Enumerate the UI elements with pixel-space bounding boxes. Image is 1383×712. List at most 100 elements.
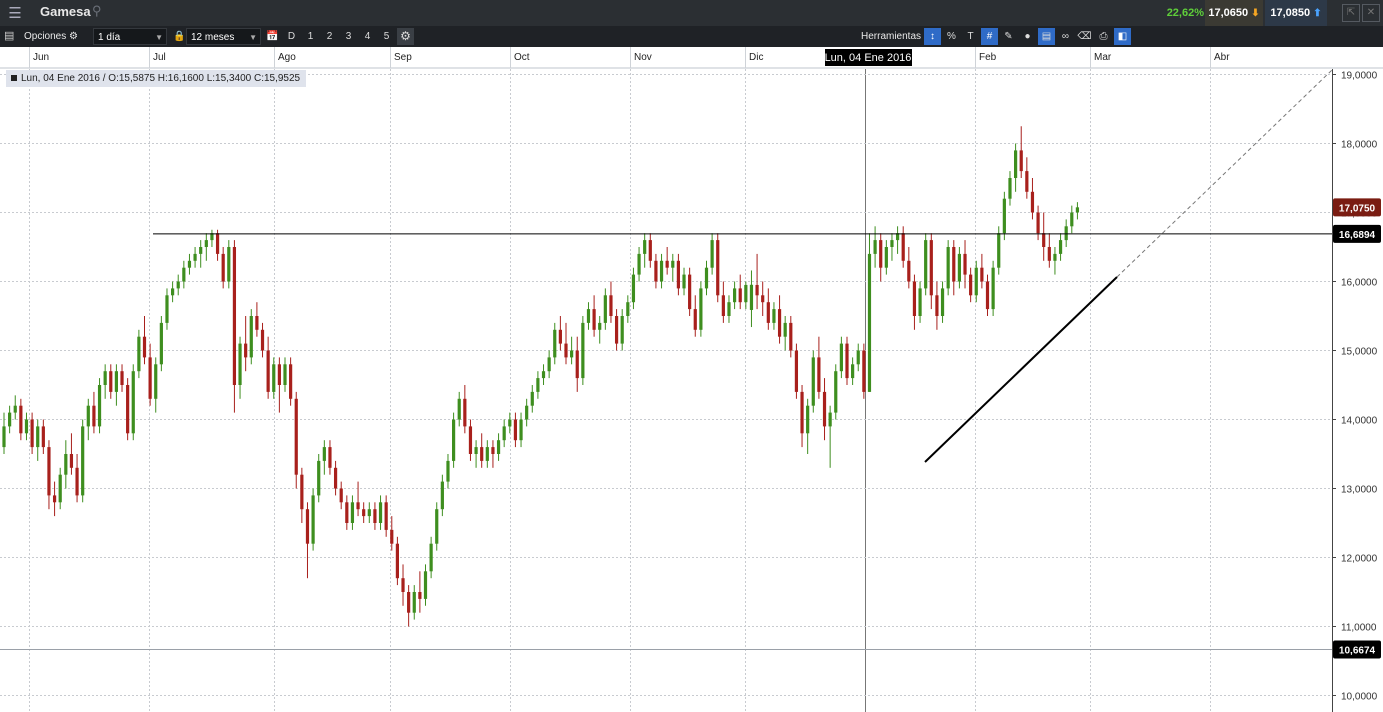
candle-body [491,447,495,454]
candle-body [744,284,748,303]
candle-body [452,419,456,461]
candle-body [733,288,737,303]
y-tick-label: 14,0000 [1341,416,1378,427]
candle-body [435,509,439,544]
candle-body [654,260,658,282]
popout-window-icon[interactable]: ⇱ [1342,4,1360,22]
candle-body [328,447,332,468]
candle-body [423,571,428,599]
candle-body [643,240,647,254]
period-button-2[interactable]: 2 [321,28,338,45]
candle-body [480,447,484,461]
candle-body [598,322,602,330]
candle-body [429,543,433,572]
candle-body [317,460,321,496]
period-button-D[interactable]: D [283,28,300,45]
lock-icon[interactable]: 🔒 [173,26,185,47]
text-tool-icon[interactable]: T [962,28,979,45]
calendar-icon[interactable]: 📅 [266,26,278,47]
candle-body [182,267,186,282]
candle-body [440,481,444,510]
close-window-icon[interactable]: ✕ [1362,4,1380,22]
candle-body [946,247,950,289]
search-icon[interactable]: ⚲ [92,3,102,19]
candle-body [676,260,680,289]
price-chart[interactable]: Jun Jul Ago Sep Oct Nov Dic Feb Mar Abr 19,0000 18… [0,47,1383,712]
candle-body [69,454,74,468]
candle-body [148,357,152,399]
candle-body [862,350,866,392]
candle-body [794,350,799,392]
x-tick-label: Nov [634,52,652,63]
period-button-3[interactable]: 3 [340,28,357,45]
candle-body [322,447,326,461]
compare-icon[interactable]: ▤ [1038,28,1055,45]
candle-body [215,233,220,254]
x-tick-label: Sep [394,52,412,63]
draw-line-icon[interactable]: ✎ [1000,28,1017,45]
candle-body [547,357,551,372]
candle-body [126,385,130,434]
candle-body [412,592,416,613]
y-tick-label: 18,0000 [1341,140,1378,151]
candle-body [395,543,399,579]
buy-price-button[interactable]: 17,0850 ⬆ [1265,0,1327,26]
x-tick-label: Abr [1214,52,1230,63]
y-tick-label: 13,0000 [1341,485,1378,496]
candle-body [176,281,180,289]
sell-price-button[interactable]: 17,0650 ⬇ [1205,0,1263,26]
candle-body [783,322,787,337]
candle-body [761,295,765,303]
candle-body [30,419,34,448]
candle-body [131,371,135,434]
candle-body [204,240,208,247]
period-button-5[interactable]: 5 [378,28,395,45]
candle-body [1030,191,1035,213]
eraser-icon[interactable]: ⌫ [1076,28,1093,45]
options-menu[interactable]: Opciones ⚙ [24,26,78,47]
y-tick-label: 11,0000 [1341,623,1377,634]
candle-body [828,412,832,427]
candle-body [929,240,933,296]
candle-body [581,322,585,379]
candle-body [727,302,731,316]
candle-body [165,295,169,323]
percent-icon[interactable]: % [943,28,960,45]
candle-body [193,253,197,261]
period-button-1[interactable]: 1 [302,28,319,45]
y-tick-label: 16,0000 [1341,278,1378,289]
candle-body [47,447,51,496]
candle-body [901,233,905,261]
interval-select[interactable]: 1 día ▼ [93,28,167,45]
down-arrow-icon: ⬇ [1251,8,1260,19]
candle-body [665,260,669,268]
candle-body [300,474,304,510]
gear-icon: ⚙ [69,31,78,42]
candle-body [536,378,540,392]
crosshair-value-icon[interactable]: ↕ [924,28,941,45]
candle-body [1075,207,1080,213]
candle-body [710,240,714,268]
indicator-icon[interactable]: ∞ [1057,28,1074,45]
hamburger-menu-icon[interactable]: ☰ [0,0,30,26]
candle-body [36,426,40,448]
candle-body [19,405,23,434]
candle-body [1058,240,1063,254]
change-percent: 22,62% [1166,7,1204,19]
list-icon[interactable]: ▤ [4,26,14,47]
range-select[interactable]: 12 meses ▼ [186,28,261,45]
candle-body [851,364,855,379]
snapshot-icon[interactable]: ◧ [1114,28,1131,45]
grid-icon[interactable]: # [981,28,998,45]
settings-gear-icon[interactable]: ⚙ [397,28,414,45]
candle-body [339,488,343,503]
candle-body [704,267,709,289]
print-icon[interactable]: ⎙ [1095,28,1112,45]
bar-chart-type-icon[interactable]: ● [1019,28,1036,45]
y-tick-label: 12,0000 [1341,554,1378,565]
candle-body [558,329,562,344]
candle-body [716,240,720,296]
candle-body [58,474,62,503]
period-button-4[interactable]: 4 [359,28,376,45]
candle-body [586,309,591,323]
